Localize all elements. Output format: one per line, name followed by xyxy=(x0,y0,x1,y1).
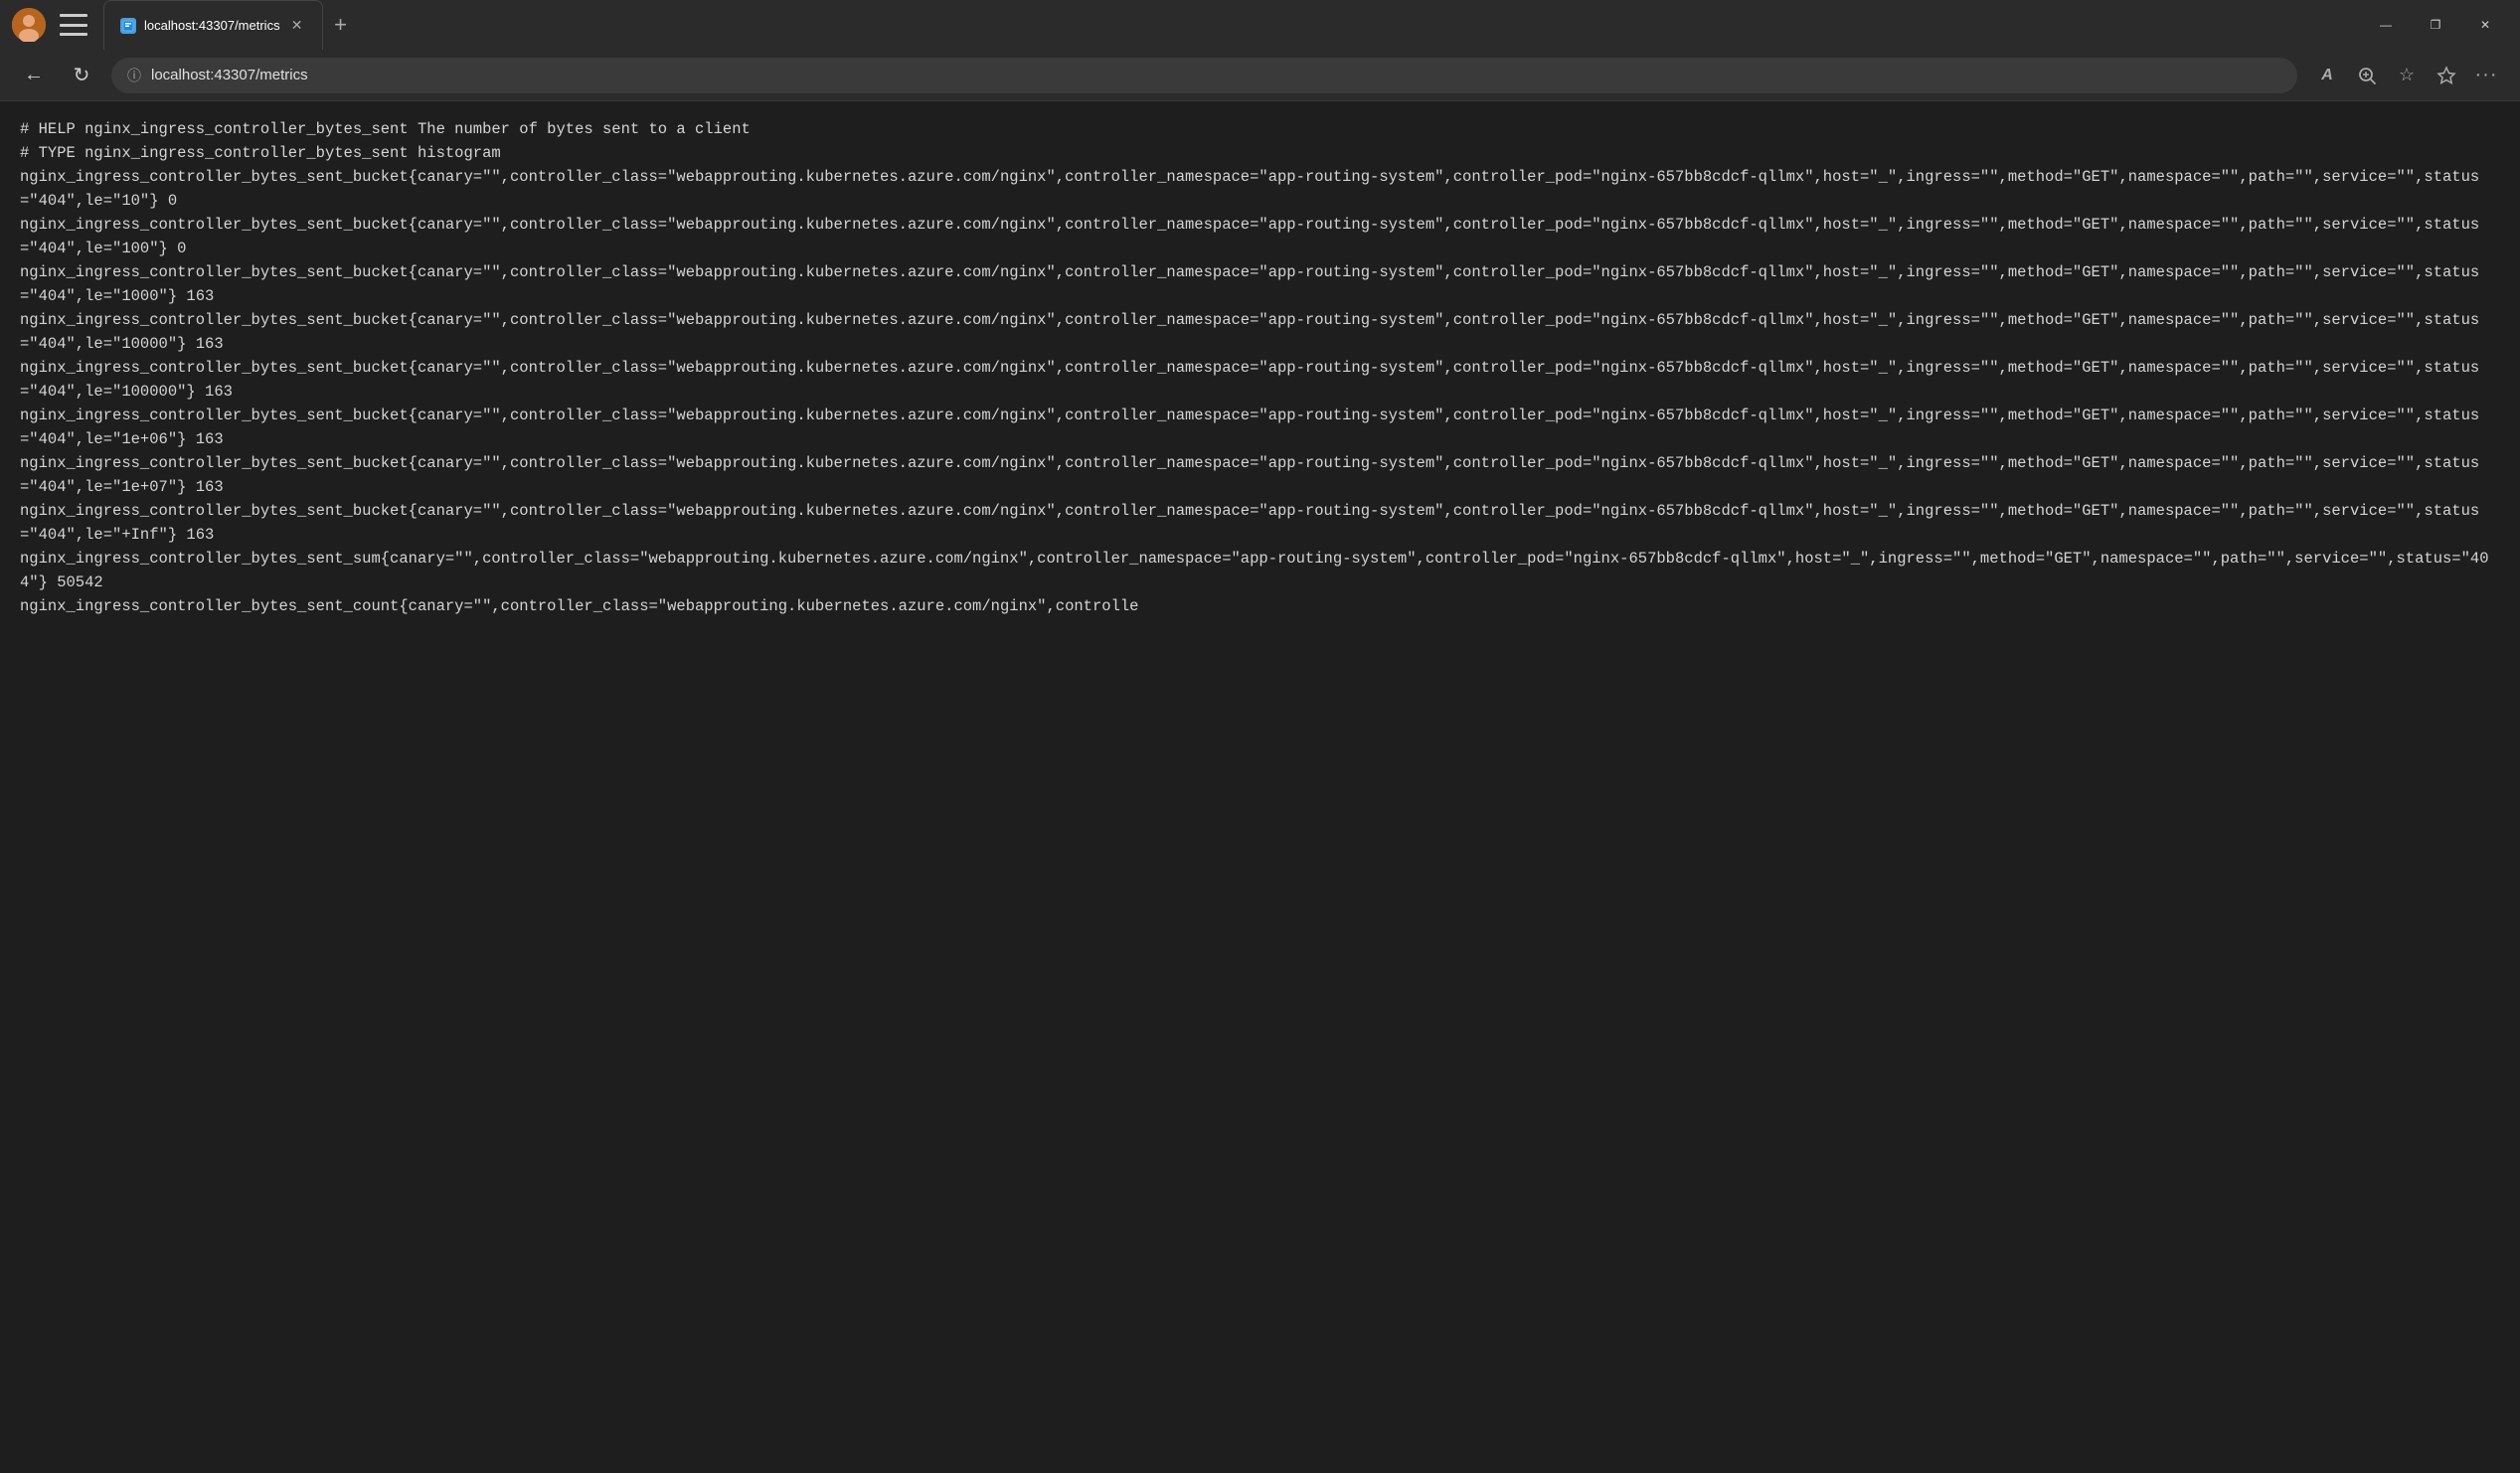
zoom-button[interactable] xyxy=(2349,58,2385,93)
metric-line: nginx_ingress_controller_bytes_sent_buck… xyxy=(20,502,2479,544)
comment-line: # TYPE nginx_ingress_controller_bytes_se… xyxy=(20,144,501,162)
metric-line: nginx_ingress_controller_bytes_sent_buck… xyxy=(20,407,2479,448)
address-text: localhost:43307/metrics xyxy=(151,67,2281,83)
tab-bar: localhost:43307/metrics ✕ + xyxy=(103,0,2347,50)
window-controls: — ❐ ✕ xyxy=(2363,9,2508,41)
metric-line: nginx_ingress_controller_bytes_sent_sum{… xyxy=(20,550,2489,591)
address-input-container[interactable]: ⓘ localhost:43307/metrics xyxy=(111,58,2297,93)
restore-button[interactable]: ❐ xyxy=(2413,9,2458,41)
title-bar-left xyxy=(12,8,87,42)
address-bar: ← ↻ ⓘ localhost:43307/metrics A ☆ ··· xyxy=(0,50,2520,101)
metric-line: nginx_ingress_controller_bytes_sent_buck… xyxy=(20,311,2479,353)
reload-button[interactable]: ↻ xyxy=(64,58,99,93)
address-bar-actions: A ☆ ··· xyxy=(2309,58,2504,93)
back-button[interactable]: ← xyxy=(16,58,52,93)
metrics-content[interactable]: # HELP nginx_ingress_controller_bytes_se… xyxy=(0,101,2520,1473)
minimize-button[interactable]: — xyxy=(2363,9,2409,41)
title-bar: localhost:43307/metrics ✕ + — ❐ ✕ xyxy=(0,0,2520,50)
tab-favicon xyxy=(120,18,136,34)
new-tab-button[interactable]: + xyxy=(323,7,359,43)
active-tab[interactable]: localhost:43307/metrics ✕ xyxy=(103,0,323,50)
tab-close-button[interactable]: ✕ xyxy=(288,17,306,35)
close-button[interactable]: ✕ xyxy=(2462,9,2508,41)
metric-line: nginx_ingress_controller_bytes_sent_buck… xyxy=(20,359,2479,401)
sidebar-toggle-button[interactable] xyxy=(60,14,87,36)
tab-title: localhost:43307/metrics xyxy=(144,18,280,33)
lock-icon: ⓘ xyxy=(127,66,141,85)
read-mode-button[interactable]: A xyxy=(2309,58,2345,93)
metric-line: nginx_ingress_controller_bytes_sent_coun… xyxy=(20,597,1138,615)
metric-line: nginx_ingress_controller_bytes_sent_buck… xyxy=(20,216,2479,257)
metric-line: nginx_ingress_controller_bytes_sent_buck… xyxy=(20,454,2479,496)
metric-line: nginx_ingress_controller_bytes_sent_buck… xyxy=(20,168,2479,210)
favorites-star-button[interactable]: ☆ xyxy=(2389,58,2425,93)
comment-line: # HELP nginx_ingress_controller_bytes_se… xyxy=(20,120,751,138)
profile-avatar[interactable] xyxy=(12,8,46,42)
more-options-button[interactable]: ··· xyxy=(2468,58,2504,93)
metric-line: nginx_ingress_controller_bytes_sent_buck… xyxy=(20,263,2479,305)
collections-button[interactable] xyxy=(2429,58,2464,93)
